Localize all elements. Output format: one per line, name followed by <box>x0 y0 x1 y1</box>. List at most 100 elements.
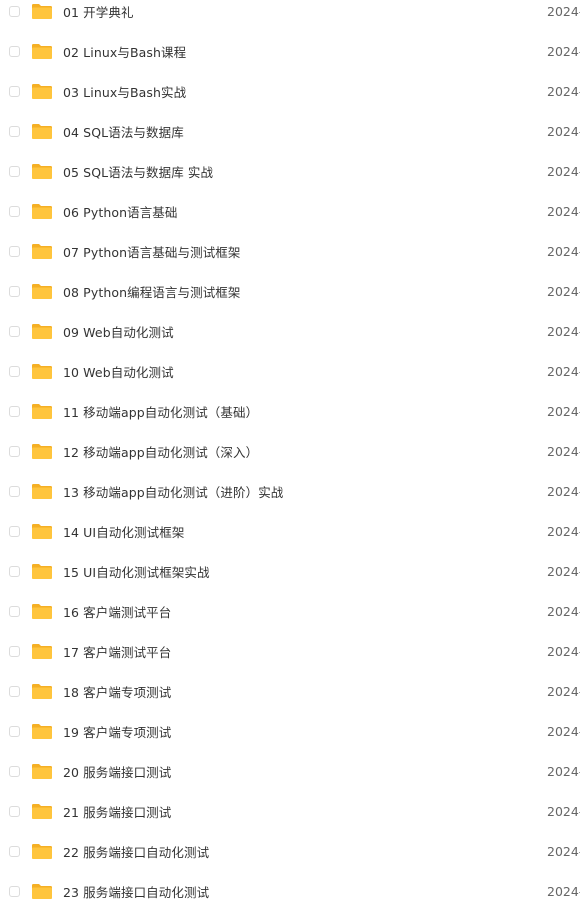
file-row[interactable]: 16 客户端测试平台 2024- <box>0 591 580 631</box>
file-row[interactable]: 14 UI自动化测试框架 2024- <box>0 511 580 551</box>
file-row[interactable]: 21 服务端接口测试 2024- <box>0 791 580 831</box>
row-checkbox[interactable] <box>9 565 20 577</box>
file-name[interactable]: 14 UI自动化测试框架 <box>63 522 184 541</box>
row-checkbox[interactable] <box>9 645 20 657</box>
row-checkbox[interactable] <box>9 205 20 217</box>
file-row[interactable]: 04 SQL语法与数据库 2024- <box>0 111 580 151</box>
file-name[interactable]: 22 服务端接口自动化测试 <box>63 842 209 861</box>
file-name[interactable]: 20 服务端接口测试 <box>63 762 171 781</box>
file-date: 2024- <box>547 83 580 99</box>
row-checkbox[interactable] <box>9 765 20 777</box>
file-name[interactable]: 07 Python语言基础与测试框架 <box>63 242 241 261</box>
file-name[interactable]: 03 Linux与Bash实战 <box>63 82 186 101</box>
row-checkbox[interactable] <box>9 45 20 57</box>
folder-icon <box>31 123 53 140</box>
row-checkbox[interactable] <box>9 525 20 537</box>
row-checkbox[interactable] <box>9 5 20 17</box>
file-name[interactable]: 08 Python编程语言与测试框架 <box>63 282 241 301</box>
row-checkbox[interactable] <box>9 845 20 857</box>
folder-icon <box>31 363 53 380</box>
file-row[interactable]: 01 开学典礼 2024- <box>0 0 580 31</box>
file-row[interactable]: 08 Python编程语言与测试框架 2024- <box>0 271 580 311</box>
row-checkbox[interactable] <box>9 125 20 137</box>
file-row[interactable]: 03 Linux与Bash实战 2024- <box>0 71 580 111</box>
row-checkbox[interactable] <box>9 605 20 617</box>
folder-icon <box>31 3 53 20</box>
folder-icon <box>31 523 53 540</box>
folder-icon <box>31 763 53 780</box>
folder-icon <box>31 443 53 460</box>
row-checkbox[interactable] <box>9 365 20 377</box>
row-checkbox[interactable] <box>9 165 20 177</box>
file-date: 2024- <box>547 683 580 699</box>
folder-icon <box>31 43 53 60</box>
file-date: 2024- <box>547 843 580 859</box>
folder-icon <box>31 803 53 820</box>
file-row[interactable]: 13 移动端app自动化测试（进阶）实战 2024- <box>0 471 580 511</box>
file-row[interactable]: 22 服务端接口自动化测试 2024- <box>0 831 580 871</box>
file-name[interactable]: 19 客户端专项测试 <box>63 722 171 741</box>
file-date: 2024- <box>547 123 580 139</box>
file-row[interactable]: 12 移动端app自动化测试（深入） 2024- <box>0 431 580 471</box>
file-row[interactable]: 18 客户端专项测试 2024- <box>0 671 580 711</box>
folder-icon <box>31 163 53 180</box>
file-row[interactable]: 10 Web自动化测试 2024- <box>0 351 580 391</box>
file-row[interactable]: 06 Python语言基础 2024- <box>0 191 580 231</box>
row-checkbox[interactable] <box>9 85 20 97</box>
file-list: 01 开学典礼 2024- 02 Linux与Bash课程 2024- 03 Linux… <box>0 0 580 901</box>
file-date: 2024- <box>547 563 580 579</box>
row-checkbox[interactable] <box>9 245 20 257</box>
row-checkbox[interactable] <box>9 485 20 497</box>
file-name[interactable]: 23 服务端接口自动化测试 <box>63 882 209 901</box>
file-date: 2024- <box>547 443 580 459</box>
row-checkbox[interactable] <box>9 885 20 897</box>
file-name[interactable]: 05 SQL语法与数据库 实战 <box>63 162 213 181</box>
file-row[interactable]: 15 UI自动化测试框架实战 2024- <box>0 551 580 591</box>
file-row[interactable]: 19 客户端专项测试 2024- <box>0 711 580 751</box>
file-name[interactable]: 21 服务端接口测试 <box>63 802 171 821</box>
row-checkbox[interactable] <box>9 685 20 697</box>
row-checkbox[interactable] <box>9 445 20 457</box>
file-name[interactable]: 16 客户端测试平台 <box>63 602 171 621</box>
file-date: 2024- <box>547 523 580 539</box>
file-name[interactable]: 15 UI自动化测试框架实战 <box>63 562 210 581</box>
file-row[interactable]: 02 Linux与Bash课程 2024- <box>0 31 580 71</box>
row-checkbox[interactable] <box>9 285 20 297</box>
file-row[interactable]: 05 SQL语法与数据库 实战 2024- <box>0 151 580 191</box>
folder-icon <box>31 243 53 260</box>
folder-icon <box>31 283 53 300</box>
file-date: 2024- <box>547 43 580 59</box>
row-checkbox[interactable] <box>9 805 20 817</box>
file-name[interactable]: 13 移动端app自动化测试（进阶）实战 <box>63 482 283 501</box>
file-row[interactable]: 20 服务端接口测试 2024- <box>0 751 580 791</box>
file-name[interactable]: 01 开学典礼 <box>63 2 134 21</box>
file-name[interactable]: 10 Web自动化测试 <box>63 362 174 381</box>
file-date: 2024- <box>547 323 580 339</box>
file-row[interactable]: 07 Python语言基础与测试框架 2024- <box>0 231 580 271</box>
folder-icon <box>31 683 53 700</box>
row-checkbox[interactable] <box>9 325 20 337</box>
folder-icon <box>31 83 53 100</box>
file-row[interactable]: 09 Web自动化测试 2024- <box>0 311 580 351</box>
file-date: 2024- <box>547 3 580 19</box>
file-row[interactable]: 23 服务端接口自动化测试 2024- <box>0 871 580 901</box>
file-name[interactable]: 04 SQL语法与数据库 <box>63 122 184 141</box>
file-row[interactable]: 17 客户端测试平台 2024- <box>0 631 580 671</box>
file-date: 2024- <box>547 163 580 179</box>
folder-icon <box>31 843 53 860</box>
file-date: 2024- <box>547 243 580 259</box>
file-name[interactable]: 06 Python语言基础 <box>63 202 178 221</box>
file-date: 2024- <box>547 803 580 819</box>
folder-icon <box>31 723 53 740</box>
file-name[interactable]: 09 Web自动化测试 <box>63 322 174 341</box>
file-name[interactable]: 02 Linux与Bash课程 <box>63 42 186 61</box>
folder-icon <box>31 643 53 660</box>
folder-icon <box>31 603 53 620</box>
file-name[interactable]: 12 移动端app自动化测试（深入） <box>63 442 258 461</box>
file-name[interactable]: 17 客户端测试平台 <box>63 642 171 661</box>
file-name[interactable]: 11 移动端app自动化测试（基础） <box>63 402 258 421</box>
file-name[interactable]: 18 客户端专项测试 <box>63 682 171 701</box>
row-checkbox[interactable] <box>9 725 20 737</box>
file-row[interactable]: 11 移动端app自动化测试（基础） 2024- <box>0 391 580 431</box>
row-checkbox[interactable] <box>9 405 20 417</box>
